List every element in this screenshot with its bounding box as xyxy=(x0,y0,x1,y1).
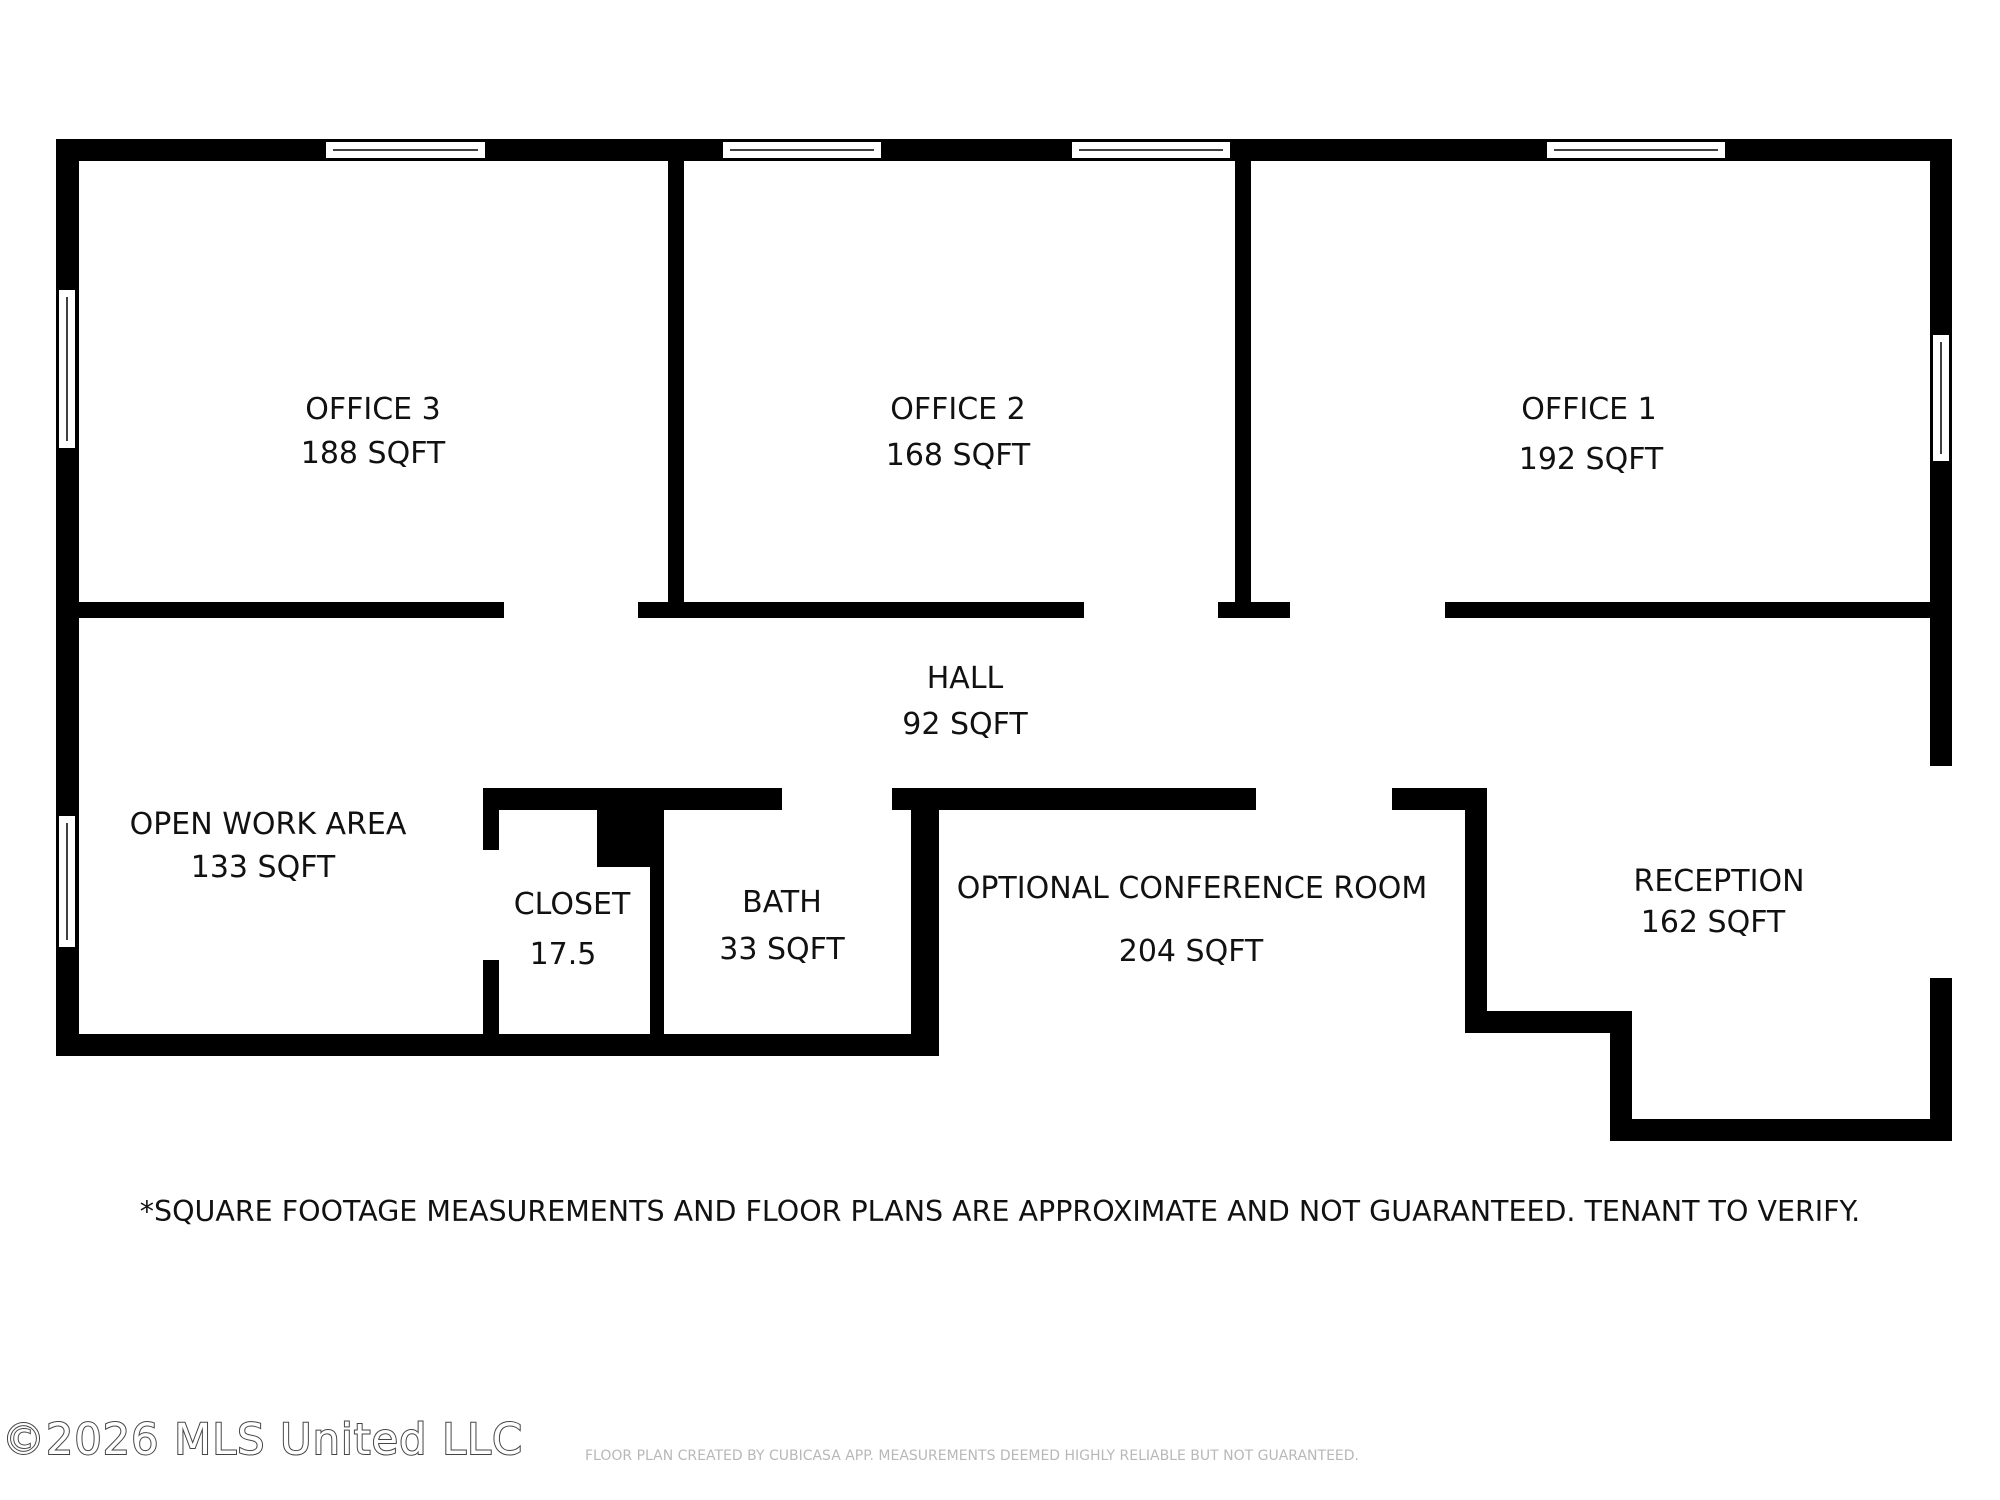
copyright-watermark: ©2026 MLS United LLC xyxy=(1,1414,524,1466)
wall-reception-bottom xyxy=(1610,1119,1952,1141)
wall-step-horizontal xyxy=(1465,1011,1632,1033)
openwork-name: OPEN WORK AREA xyxy=(130,807,407,842)
door-conference xyxy=(1256,787,1392,811)
office2-area: 168 SQFT xyxy=(886,438,1031,473)
cubicasa-credit: FLOOR PLAN CREATED BY CUBICASA APP. MEAS… xyxy=(585,1448,1359,1464)
disclaimer-note: *SQUARE FOOTAGE MEASUREMENTS AND FLOOR P… xyxy=(139,1195,1861,1228)
reception-area: 162 SQFT xyxy=(1641,905,1786,940)
wall-hall-top xyxy=(56,602,1952,618)
hall-name: HALL xyxy=(927,661,1004,696)
wall-bath-right xyxy=(911,788,927,1056)
wall-right xyxy=(1930,139,1952,1141)
wall-step-vertical xyxy=(1465,788,1487,1033)
conference-area: 204 SQFT xyxy=(1119,934,1264,969)
walls xyxy=(56,139,1952,1141)
door-bath xyxy=(782,787,892,811)
closet-area: 17.5 xyxy=(530,937,597,972)
reception-name: RECEPTION xyxy=(1633,864,1804,899)
conference-name: OPTIONAL CONFERENCE ROOM xyxy=(957,871,1428,906)
wall-office3-office2 xyxy=(668,139,684,609)
floor-plan: OFFICE 3 188 SQFT OFFICE 2 168 SQFT OFFI… xyxy=(56,139,1953,1141)
office3-area: 188 SQFT xyxy=(301,436,446,471)
door-office1 xyxy=(1290,601,1445,619)
office2-name: OFFICE 2 xyxy=(890,392,1026,427)
bath-name: BATH xyxy=(742,885,822,920)
openwork-area: 133 SQFT xyxy=(191,850,336,885)
office1-area: 192 SQFT xyxy=(1519,442,1664,477)
hall-area: 92 SQFT xyxy=(902,707,1028,742)
closet-name: CLOSET xyxy=(514,887,631,922)
office1-name: OFFICE 1 xyxy=(1521,392,1657,427)
door-office3 xyxy=(504,601,638,619)
door-office2 xyxy=(1084,601,1218,619)
bath-area: 33 SQFT xyxy=(719,932,845,967)
chase-block xyxy=(597,802,664,867)
room-labels: OFFICE 3 188 SQFT OFFICE 2 168 SQFT OFFI… xyxy=(130,392,1805,972)
wall-office2-office1 xyxy=(1235,139,1251,609)
door-openwork-closet xyxy=(482,850,500,960)
office3-name: OFFICE 3 xyxy=(305,392,441,427)
door-reception-entry xyxy=(1929,766,1953,978)
